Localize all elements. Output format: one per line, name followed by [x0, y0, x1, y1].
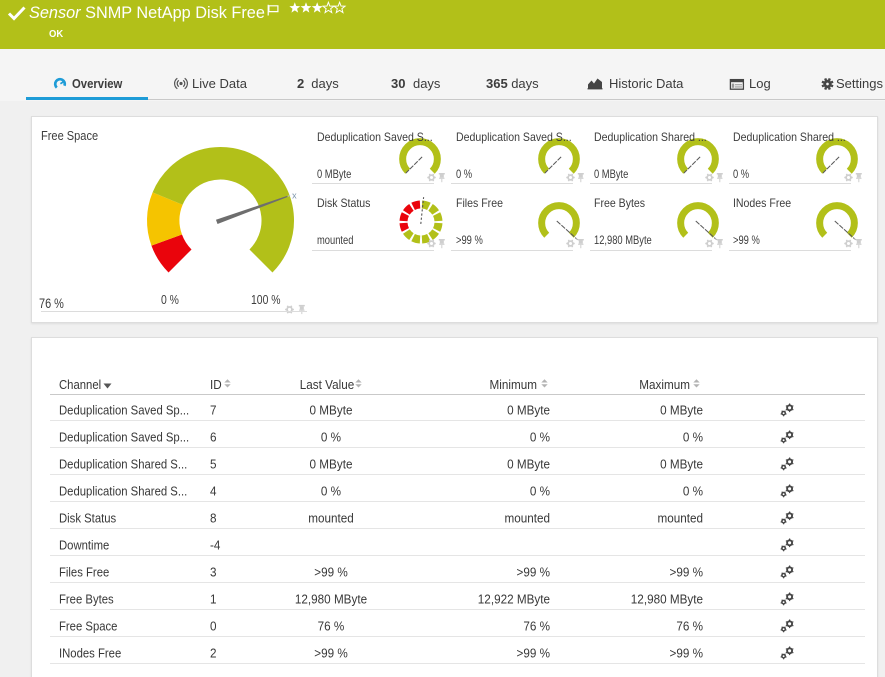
svg-text:x: x: [292, 190, 297, 200]
